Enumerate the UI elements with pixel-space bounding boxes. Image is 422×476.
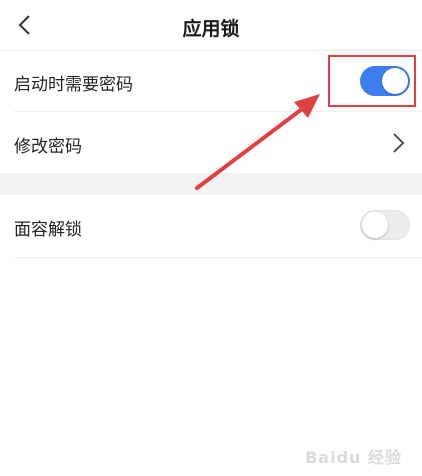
annotation-arrow: [195, 94, 320, 190]
watermark: Baidu 经验: [305, 448, 402, 467]
